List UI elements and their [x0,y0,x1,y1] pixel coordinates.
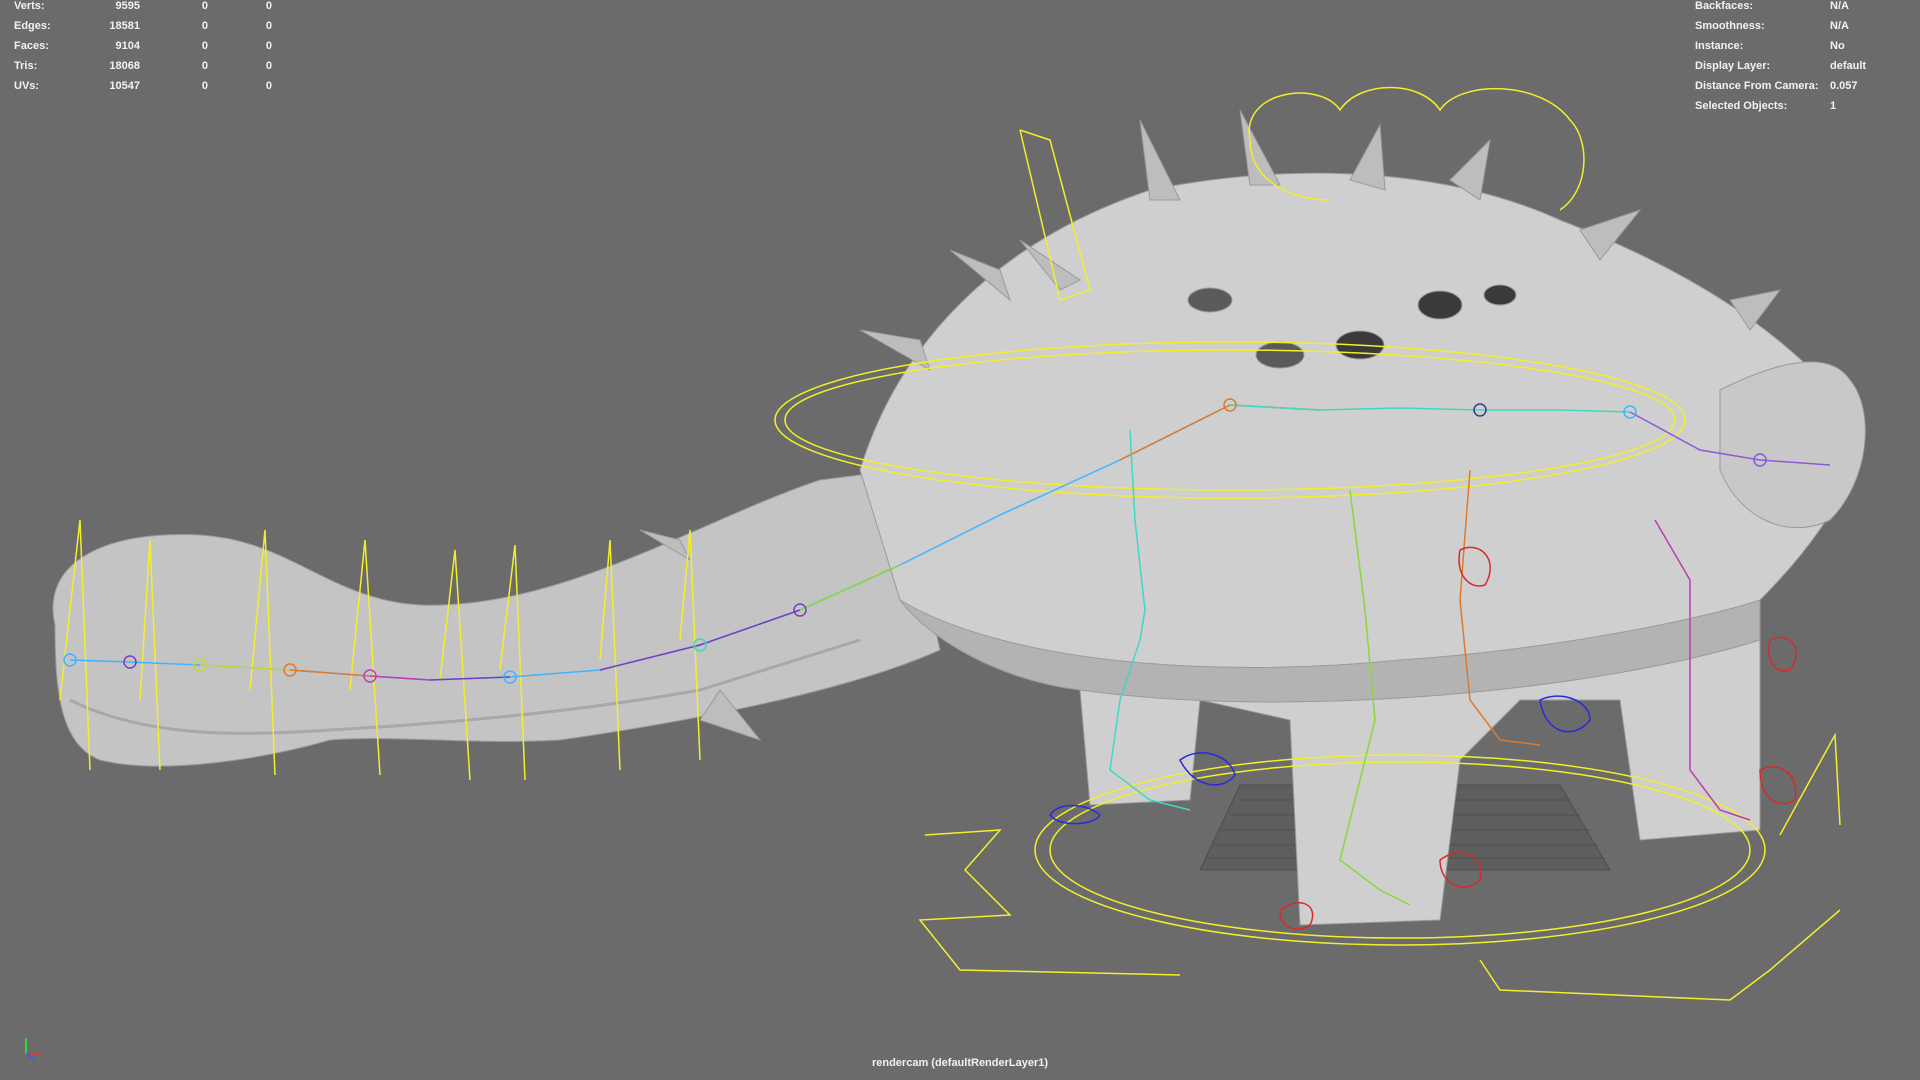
hud-value: 1 [1830,100,1837,112]
hud-label: Distance From Camera: [1695,80,1819,92]
hud-value: N/A [1830,20,1849,32]
hud-value: 10547 [109,80,140,92]
hud-row-tris: Tris: 18068 0 0 [14,56,272,76]
hud-label: Selected Objects: [1695,100,1788,112]
hud-label: Instance: [1695,40,1744,52]
hud-value: 0 [201,40,208,52]
hud-row-distance: Distance From Camera: 0.057 [1695,76,1910,96]
hud-label: Faces: [14,40,49,52]
hud-row-display-layer: Display Layer: default [1695,56,1910,76]
hud-row-edges: Edges: 18581 0 0 [14,16,272,36]
hud-label: Tris: [14,60,38,72]
hud-value: 0 [201,0,208,12]
hud-label: UVs: [14,80,40,92]
hud-value: 18581 [109,20,140,32]
3d-viewport[interactable]: Verts: 9595 0 0 Edges: 18581 0 0 Faces: … [0,0,1920,1080]
hud-value: 0 [265,40,272,52]
hud-label: Verts: [14,0,45,12]
camera-label: rendercam (defaultRenderLayer1) [871,1057,1049,1069]
hud-value: 0 [265,60,272,72]
dinosaur-mesh[interactable] [52,109,1866,926]
hud-row-faces: Faces: 9104 0 0 [14,36,272,56]
hud-row-verts: Verts: 9595 0 0 [14,0,272,16]
hud-row-smoothness: Smoothness: N/A [1695,16,1910,36]
hud-row-selected: Selected Objects: 1 [1695,96,1910,116]
scene-canvas[interactable] [0,0,1920,1080]
hud-row-uvs: UVs: 10547 0 0 [14,76,272,96]
hud-value: 18068 [109,60,140,72]
hud-value: 0 [201,60,208,72]
poly-count-hud: Verts: 9595 0 0 Edges: 18581 0 0 Faces: … [14,0,272,96]
hud-value: 9104 [115,40,140,52]
hud-value: 0 [265,0,272,12]
hud-value: 0 [201,20,208,32]
hud-value: N/A [1830,0,1849,12]
hud-value: No [1830,40,1845,52]
hud-value: 0 [265,20,272,32]
hud-value: default [1830,60,1867,72]
hud-label: Backfaces: [1695,0,1754,12]
object-details-hud: Backfaces: N/A Smoothness: N/A Instance:… [1695,0,1910,116]
hud-value: 0 [265,80,272,92]
hud-value: 0.057 [1830,80,1858,92]
hud-row-backfaces: Backfaces: N/A [1695,0,1910,16]
hud-label: Display Layer: [1695,60,1771,72]
hud-value: 9595 [115,0,140,12]
hud-row-instance: Instance: No [1695,36,1910,56]
hud-label: Edges: [14,20,51,32]
hud-value: 0 [201,80,208,92]
hud-label: Smoothness: [1695,20,1765,32]
